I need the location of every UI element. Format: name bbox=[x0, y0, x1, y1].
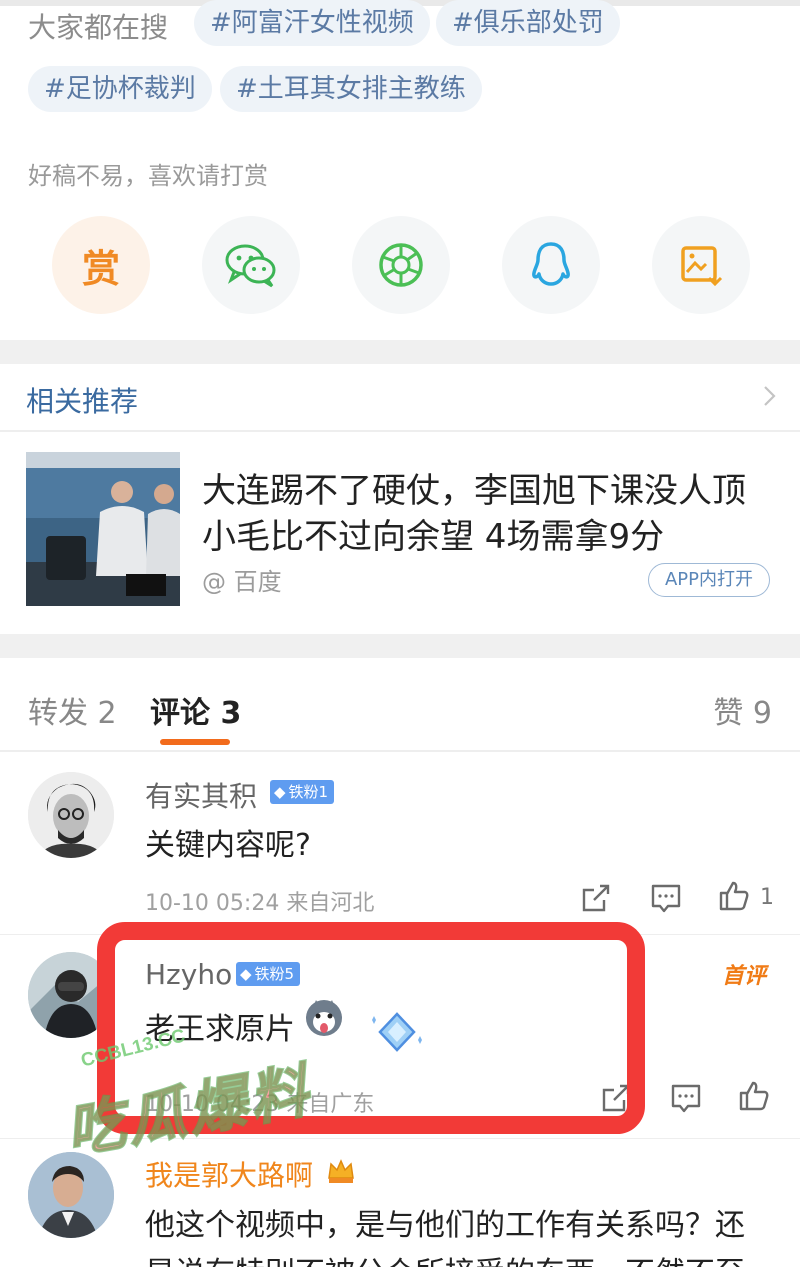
related-title[interactable]: 相关推荐 bbox=[26, 380, 138, 420]
vip-crown-icon bbox=[328, 1159, 354, 1183]
hot-tag-2[interactable]: #俱乐部处罚 bbox=[436, 0, 620, 46]
tab-comments[interactable]: 评论 3 bbox=[150, 688, 241, 732]
portrait-image bbox=[28, 772, 114, 858]
related-thumbnail[interactable] bbox=[26, 452, 180, 606]
comment-text-line-2: 是说有特别不被公众所接受的东西，不然不至 bbox=[145, 1248, 745, 1267]
share-icon[interactable] bbox=[580, 882, 612, 914]
thumbs-up-icon[interactable] bbox=[738, 1080, 770, 1112]
wechat-share-button[interactable] bbox=[202, 216, 300, 314]
moments-icon bbox=[379, 243, 423, 287]
avatar[interactable] bbox=[28, 772, 114, 858]
moments-share-button[interactable] bbox=[352, 216, 450, 314]
open-in-app-button[interactable]: APP内打开 bbox=[648, 563, 770, 597]
wechat-icon bbox=[225, 244, 276, 288]
comment-meta: 10-10 05:24 来自河北 bbox=[145, 891, 375, 916]
active-tab-indicator bbox=[160, 739, 230, 745]
section-divider bbox=[0, 634, 800, 658]
qq-icon bbox=[532, 242, 570, 286]
first-comment-tag: 首评 bbox=[722, 964, 767, 989]
hot-tag-4[interactable]: #土耳其女排主教练 bbox=[220, 66, 482, 112]
reward-button[interactable]: 赏 bbox=[52, 216, 150, 314]
avatar[interactable] bbox=[28, 1152, 114, 1238]
hot-tag-1[interactable]: #阿富汗女性视频 bbox=[194, 0, 430, 46]
football-bench-image bbox=[26, 452, 180, 606]
reward-note: 好稿不易，喜欢请打赏 bbox=[28, 162, 268, 190]
section-divider bbox=[0, 340, 800, 364]
related-headline[interactable]: 大连踢不了硬仗，李国旭下课没人顶 小毛比不过向余望 4场需拿9分 bbox=[202, 468, 772, 560]
comment-icon[interactable] bbox=[670, 1082, 702, 1114]
tab-likes[interactable]: 赞 9 bbox=[713, 688, 772, 732]
divider bbox=[0, 430, 800, 432]
divider bbox=[0, 750, 800, 752]
fan-badge: ◆ 铁粉1 bbox=[270, 780, 335, 804]
related-source: @ 百度 bbox=[202, 568, 282, 596]
hot-tag-3[interactable]: #足协杯裁判 bbox=[28, 66, 212, 112]
chevron-right-icon[interactable] bbox=[760, 384, 778, 408]
qq-share-button[interactable] bbox=[502, 216, 600, 314]
comment-text: 关键内容呢? bbox=[145, 828, 311, 863]
comment-icon[interactable] bbox=[650, 882, 682, 914]
save-image-icon bbox=[681, 246, 723, 287]
hot-search-label: 大家都在搜 bbox=[28, 11, 169, 44]
portrait-image bbox=[28, 1152, 114, 1238]
thumbs-up-icon[interactable] bbox=[718, 880, 750, 912]
reward-icon: 赏 bbox=[81, 246, 120, 291]
like-count: 1 bbox=[760, 885, 774, 910]
save-image-button[interactable] bbox=[652, 216, 750, 314]
comment-text-line-1: 他这个视频中，是与他们的工作有关系吗？还 bbox=[145, 1208, 745, 1243]
tab-repost[interactable]: 转发 2 bbox=[28, 688, 117, 732]
diamond-icon: ◆ bbox=[274, 783, 286, 801]
commenter-name[interactable]: 有实其积 bbox=[145, 775, 257, 815]
commenter-name[interactable]: 我是郭大路啊 bbox=[145, 1154, 313, 1194]
